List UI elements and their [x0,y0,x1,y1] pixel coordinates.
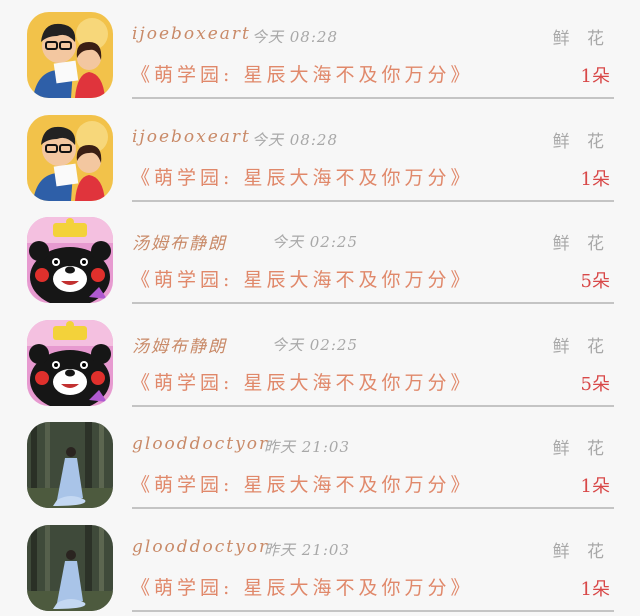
row-divider [132,200,614,202]
sender-name[interactable]: ijoeboxeart [132,127,251,147]
book-title[interactable]: 《萌学园: 星辰大海不及你万分》 [131,573,473,600]
timestamp: 昨天 21:03 [264,438,350,456]
gift-count: 5朵 [580,271,610,292]
book-title[interactable]: 《萌学园: 星辰大海不及你万分》 [131,368,473,395]
gift-count: 1朵 [580,66,610,87]
timestamp: 今天 08:28 [252,28,338,46]
gift-type: 鲜 花 [552,234,610,254]
black-bear-mascot-avatar-icon[interactable] [27,217,113,303]
gift-type: 鲜 花 [552,439,610,459]
book-title[interactable]: 《萌学园: 星辰大海不及你万分》 [131,163,473,190]
gift-type: 鲜 花 [552,132,610,152]
gift-count: 1朵 [580,579,610,600]
row-divider [132,97,614,99]
timestamp: 今天 08:28 [252,131,338,149]
gift-record-row[interactable]: 汤姆布静朗 今天 02:25 鲜 花 《萌学园: 星辰大海不及你万分》 5朵 [0,308,640,411]
row-divider [132,302,614,304]
timestamp: 昨天 21:03 [264,541,350,559]
gift-type: 鲜 花 [552,542,610,562]
sender-name[interactable]: 汤姆布静朗 [132,332,227,357]
forest-woman-photo-avatar-icon[interactable] [27,422,113,508]
gift-record-row[interactable]: glooddoctyor 昨天 21:03 鲜 花 《萌学园: 星辰大海不及你万… [0,410,640,513]
sender-name[interactable]: glooddoctyor [132,434,269,454]
row-divider [132,507,614,509]
gift-record-row[interactable]: ijoeboxeart 今天 08:28 鲜 花 《萌学园: 星辰大海不及你万分… [0,0,640,103]
cartoon-father-daughter-avatar-icon[interactable] [27,115,113,201]
cartoon-father-daughter-avatar-icon[interactable] [27,12,113,98]
gift-record-list: ijoeboxeart 今天 08:28 鲜 花 《萌学园: 星辰大海不及你万分… [0,0,640,613]
gift-count: 1朵 [580,476,610,497]
gift-type: 鲜 花 [552,337,610,357]
gift-record-row[interactable]: 汤姆布静朗 今天 02:25 鲜 花 《萌学园: 星辰大海不及你万分》 5朵 [0,205,640,308]
gift-type: 鲜 花 [552,29,610,49]
book-title[interactable]: 《萌学园: 星辰大海不及你万分》 [131,60,473,87]
book-title[interactable]: 《萌学园: 星辰大海不及你万分》 [131,265,473,292]
gift-count: 5朵 [580,374,610,395]
row-divider [132,610,614,612]
gift-count: 1朵 [580,169,610,190]
sender-name[interactable]: glooddoctyor [132,537,269,557]
book-title[interactable]: 《萌学园: 星辰大海不及你万分》 [131,470,473,497]
gift-record-row[interactable]: glooddoctyor 昨天 21:03 鲜 花 《萌学园: 星辰大海不及你万… [0,513,640,616]
timestamp: 今天 02:25 [272,233,358,251]
black-bear-mascot-avatar-icon[interactable] [27,320,113,406]
gift-record-row[interactable]: ijoeboxeart 今天 08:28 鲜 花 《萌学园: 星辰大海不及你万分… [0,103,640,206]
sender-name[interactable]: ijoeboxeart [132,24,251,44]
forest-woman-photo-avatar-icon[interactable] [27,525,113,611]
sender-name[interactable]: 汤姆布静朗 [132,229,227,254]
timestamp: 今天 02:25 [272,336,358,354]
row-divider [132,405,614,407]
